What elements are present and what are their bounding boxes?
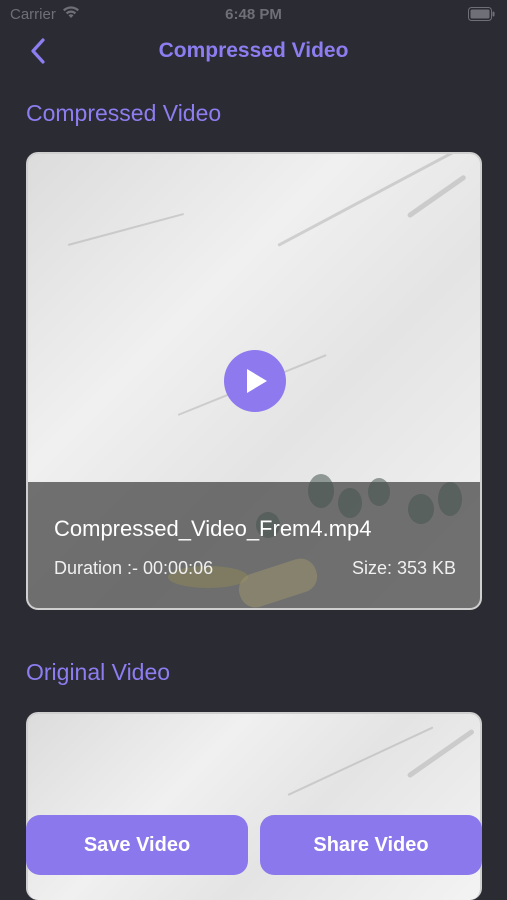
marble-texture [406, 174, 467, 219]
compressed-video-player[interactable]: Compressed_Video_Frem4.mp4 Duration :- 0… [26, 152, 482, 610]
play-icon [247, 369, 267, 393]
video-info-overlay: Compressed_Video_Frem4.mp4 Duration :- 0… [28, 474, 480, 608]
play-button[interactable] [224, 350, 286, 412]
leaf-decoration [438, 482, 462, 516]
save-video-button[interactable]: Save Video [26, 815, 248, 875]
leaf-decoration [308, 474, 334, 508]
leaf-decoration [408, 494, 434, 524]
status-time: 6:48 PM [225, 6, 282, 23]
leaf-decoration [368, 478, 390, 506]
page-title: Compressed Video [158, 39, 349, 62]
leaf-decoration [338, 488, 362, 518]
navigation-bar: Compressed Video [0, 30, 507, 72]
compressed-section-title: Compressed Video [26, 100, 222, 126]
video-duration: Duration :- 00:00:06 [54, 558, 214, 578]
marble-texture [67, 212, 185, 246]
marble-texture [287, 726, 434, 796]
share-video-button[interactable]: Share Video [260, 815, 482, 875]
battery-icon [468, 7, 495, 26]
file-name: Compressed_Video_Frem4.mp4 [54, 516, 372, 541]
status-bar: Carrier 6:48 PM [0, 0, 507, 30]
stem-decoration [234, 554, 322, 608]
marble-texture [406, 728, 475, 779]
original-section-title: Original Video [26, 659, 171, 685]
video-size: Size: 353 KB [351, 558, 456, 578]
